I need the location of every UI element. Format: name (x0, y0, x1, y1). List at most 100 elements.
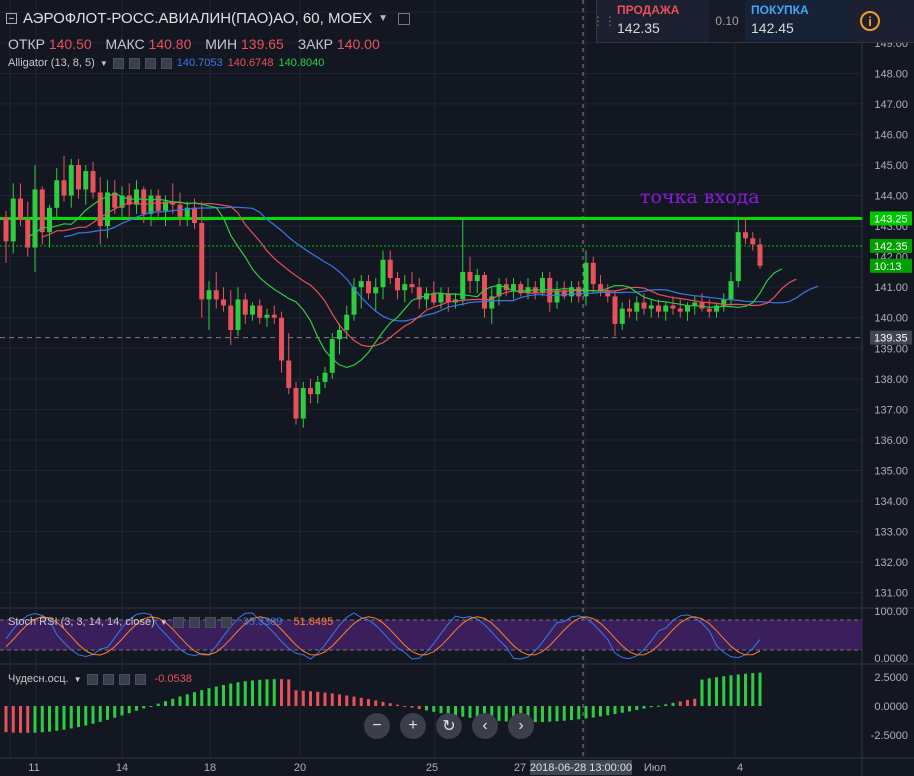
candle-body (3, 216, 9, 242)
candle-body (627, 308, 632, 312)
high-label: МАКС (105, 36, 145, 52)
reset-button[interactable]: ↻ (436, 713, 462, 739)
close-icon[interactable] (134, 673, 146, 685)
ao-bar (649, 706, 653, 708)
buy-button[interactable]: ПОКУПКА 142.45 (745, 0, 849, 42)
ao-bar (599, 706, 602, 717)
ao-bar (323, 692, 327, 706)
stoch-k-value: 35.3389 (242, 616, 283, 628)
eye-icon[interactable] (86, 673, 98, 685)
candle-body (192, 207, 197, 224)
ao-bar (200, 690, 204, 706)
candle-body (358, 281, 364, 288)
buy-label: ПОКУПКА (751, 3, 809, 17)
eye-icon[interactable] (112, 57, 124, 69)
ao-bar (417, 706, 421, 710)
close-icon[interactable] (160, 57, 172, 69)
settings-icon[interactable] (398, 12, 411, 25)
time-tick-label: 18 (204, 762, 216, 774)
scroll-right-button[interactable]: › (508, 713, 534, 739)
stoch-legend: Stoch RSI (3, 3, 14, 14, close) ▼ 35.338… (8, 616, 333, 628)
ao-bar (693, 698, 697, 706)
ao-bar (171, 698, 175, 706)
ao-bar (555, 706, 559, 722)
lock-icon[interactable] (144, 57, 156, 69)
price-tick-label: 140.00 (874, 313, 908, 325)
price-tick-label: 133.00 (874, 527, 908, 539)
sell-button[interactable]: ПРОДАЖА 142.35 (611, 0, 709, 42)
zoom-in-button[interactable]: + (400, 713, 426, 739)
gear-icon[interactable] (188, 616, 200, 628)
candle-body (134, 189, 139, 205)
eye-icon[interactable] (172, 616, 184, 628)
candle-body (656, 305, 661, 312)
ao-bar (4, 706, 8, 733)
collapse-icon[interactable] (6, 13, 17, 24)
candle-body (250, 305, 255, 315)
candle-body (750, 238, 756, 245)
candle-body (641, 302, 647, 309)
ao-bar (613, 706, 617, 715)
candle-body (757, 244, 763, 266)
candle-body (213, 290, 219, 300)
gear-icon[interactable] (128, 57, 140, 69)
ao-bar (381, 701, 385, 706)
symbol-title[interactable]: АЭРОФЛОТ-РОСС.АВИАЛИН(ПАО)АО, 60, MOEX (23, 10, 372, 27)
info-button[interactable]: i (849, 0, 891, 42)
alligator-label[interactable]: Alligator (13, 8, 5) (8, 57, 95, 69)
candle-body (242, 299, 248, 315)
ao-bar (243, 681, 247, 706)
sell-price: 142.35 (617, 20, 660, 36)
open-value: 140.50 (48, 36, 92, 52)
ao-bar (251, 680, 254, 706)
drag-handle-icon[interactable]: ⋮⋮ (592, 0, 616, 42)
gear-icon[interactable] (102, 673, 114, 685)
candle-body (47, 207, 52, 233)
price-label: 139.35 (874, 333, 908, 345)
stoch-label[interactable]: Stoch RSI (3, 3, 14, 14, close) (8, 616, 155, 628)
alligator-lips-value: 140.8040 (278, 57, 325, 69)
ao-value: -0.0538 (154, 673, 192, 685)
ao-bar (396, 704, 399, 706)
candle-body (279, 317, 284, 361)
lock-icon[interactable] (204, 616, 216, 628)
candle-body (743, 232, 748, 239)
ao-bar (606, 706, 610, 716)
candle-body (366, 281, 371, 294)
candle-body (235, 299, 241, 330)
ao-bar (222, 684, 225, 706)
ao-bar (265, 679, 269, 706)
ao-label[interactable]: Чудесн.осц. (8, 673, 69, 685)
candle-body (431, 293, 437, 303)
trading-chart[interactable]: 150.00149.00148.00147.00146.00145.00144.… (0, 0, 914, 776)
chevron-down-icon[interactable]: ▼ (74, 675, 82, 684)
candle-body (467, 271, 473, 282)
chevron-down-icon[interactable]: ▼ (100, 59, 108, 68)
close-icon[interactable] (220, 616, 232, 628)
ao-bar (577, 706, 581, 720)
stoch-tick-label: 0.0000 (874, 653, 908, 665)
lock-icon[interactable] (118, 673, 130, 685)
ao-bar (26, 706, 30, 733)
time-tick-label: 14 (116, 762, 128, 774)
scroll-left-button[interactable]: ‹ (472, 713, 498, 739)
chevron-down-icon[interactable]: ▼ (378, 13, 388, 24)
chevron-down-icon[interactable]: ▼ (160, 618, 168, 627)
candle-body (76, 164, 81, 190)
candle-body (148, 195, 154, 214)
candle-body (300, 388, 306, 419)
open-label: ОТКР (8, 36, 45, 52)
ao-bar (352, 696, 356, 706)
time-tick-label: Июл (644, 762, 666, 774)
zoom-out-button[interactable]: − (364, 713, 390, 739)
chart-header: АЭРОФЛОТ-РОСС.АВИАЛИН(ПАО)АО, 60, MOEX ▼ (6, 10, 411, 27)
ao-bar (700, 679, 704, 706)
ao-bar (548, 706, 552, 722)
price-tick-label: 138.00 (874, 374, 908, 386)
entry-annotation[interactable]: точка входа (640, 186, 760, 208)
candle-body (10, 198, 16, 242)
candle-body (68, 164, 74, 196)
candle-body (634, 302, 640, 312)
price-tick-label: 146.00 (874, 129, 908, 141)
candle-body (677, 308, 683, 312)
